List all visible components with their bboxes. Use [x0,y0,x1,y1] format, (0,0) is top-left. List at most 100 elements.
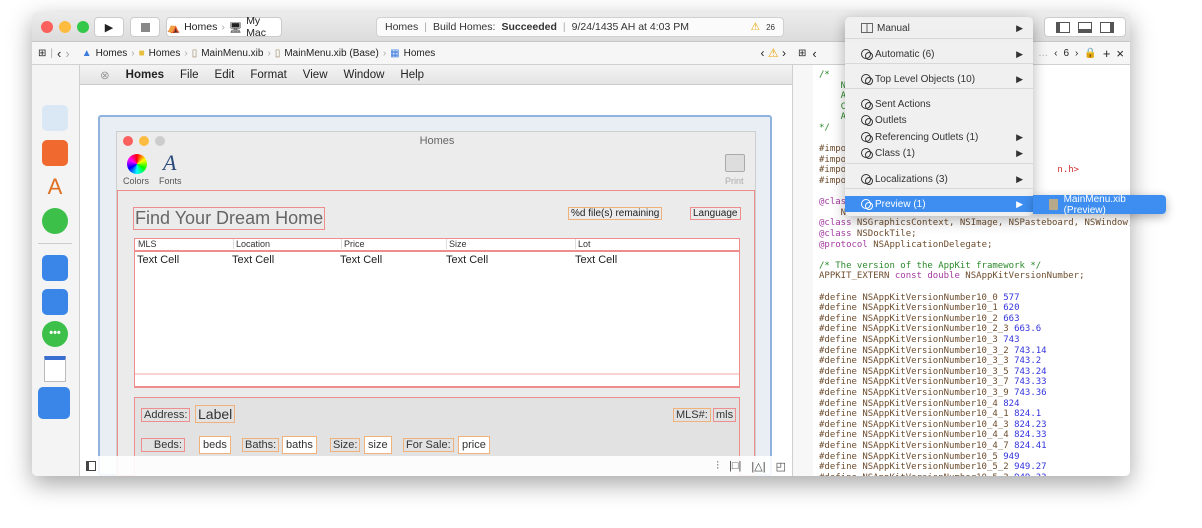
xib-file-icon [1049,199,1058,210]
object-cube-icon[interactable] [42,289,68,315]
close-editor-button[interactable]: × [1116,46,1124,61]
column-header[interactable]: MLS [138,239,157,249]
menu-format[interactable]: Format [250,69,286,81]
submenu-arrow-icon: ▶ [1016,48,1023,59]
menu-file[interactable]: File [180,69,199,81]
lock-icon[interactable]: 🔒 [1084,48,1096,59]
zoom-button[interactable] [77,21,89,33]
back-button[interactable]: ‹ [57,46,61,61]
column-header[interactable]: Location [233,239,270,249]
linked-circles-icon [861,132,873,143]
related-items-icon[interactable]: ⊞ [798,48,806,59]
column-header[interactable]: Lot [575,239,591,249]
close-menu-icon[interactable]: ⊗ [100,68,110,82]
application-icon[interactable]: A [42,174,68,200]
menu-item-preview[interactable]: Preview (1) ▶ [845,196,1033,212]
baths-field[interactable]: baths [282,436,317,454]
files-owner-icon[interactable] [42,105,68,131]
object-cube-icon[interactable] [42,255,68,281]
code-line: N [819,207,847,218]
window-icon-selected[interactable] [38,387,70,419]
menu-homes[interactable]: Homes [126,69,164,81]
code-line: #impo [819,176,847,186]
run-button[interactable]: ▶ [94,17,124,37]
code-line: #define NSAppKitVersionNumber10_4_3 824.… [819,419,1047,430]
colors-icon[interactable] [127,154,147,174]
price-field[interactable]: price [458,436,490,454]
project-icon: ▲ [81,47,92,59]
debug-toggle-icon[interactable] [1078,21,1092,33]
submenu-item-preview-file[interactable]: MainMenu.xib (Preview) [1033,194,1166,216]
remaining-label: %d file(s) remaining [568,207,663,220]
menu-item-manual[interactable]: Manual ▶ [845,20,1033,36]
listings-table[interactable]: MLS Location Price Size Lot Text Cell Te… [134,238,740,388]
menu-item-localizations[interactable]: Localizations (3) ▶ [845,171,1033,187]
code-line: #define NSAppKitVersionNumber10_0 577 [819,292,1020,303]
code-line: #define NSAppKitVersionNumber10_3 743 [819,335,1020,345]
back-button[interactable]: ‹ [812,46,816,61]
warning-icon[interactable]: ⚠ [751,21,760,33]
menu-view[interactable]: View [303,69,328,81]
interface-builder-canvas[interactable]: ⊗ Homes File Edit Format View Window Hel… [80,65,792,476]
app-icon: ⛺ [167,21,181,34]
menu-window[interactable]: Window [344,69,385,81]
issue-nav[interactable]: ‹ ⚠ › [761,46,786,60]
code-line: #define NSAppKitVersionNumber10_2 663 [819,313,1020,324]
first-responder-icon[interactable] [42,140,68,166]
language-button[interactable]: Language [690,207,741,220]
menu-item-class[interactable]: Class (1) ▶ [845,145,1033,161]
code-line: A [819,112,847,123]
menu-item-top-level-objects[interactable]: Top Level Objects (10) ▶ [845,71,1033,87]
align-icon[interactable]: ⫶ [716,460,719,473]
main-menu-icon[interactable] [44,356,66,382]
window-scene[interactable]: Homes Colors A Fonts Print Find Your Dre… [98,115,772,476]
utilities-toggle-icon[interactable] [1100,21,1114,33]
breadcrumb[interactable]: MainMenu.xib [201,48,263,59]
fonts-icon[interactable]: A [163,150,176,176]
view-toggles [1044,17,1126,37]
related-items-icon[interactable]: ⊞ [38,48,46,59]
menu-item-referencing-outlets[interactable]: Referencing Outlets (1) ▶ [845,129,1033,145]
divider [38,243,72,244]
menu-separator [845,163,1033,164]
code-line: #define NSAppKitVersionNumber10_4_7 824.… [819,441,1047,451]
breadcrumb[interactable]: Homes [96,48,128,59]
code-line: @protocol NSApplicationDelegate; [819,239,993,250]
add-editor-button[interactable]: + [1103,46,1111,61]
menu-item-outlets[interactable]: Outlets [845,112,1033,128]
breadcrumb[interactable]: MainMenu.xib (Base) [284,48,378,59]
size-field[interactable]: size [364,436,392,454]
menu-separator [845,38,1033,39]
font-manager-icon[interactable]: ••• [42,321,68,347]
next-counterpart-button[interactable]: › [1075,48,1078,59]
column-header[interactable]: Size [446,239,467,249]
menu-edit[interactable]: Edit [215,69,235,81]
scheme-selector[interactable]: ⛺ Homes › 🖥 My Mac [166,15,282,39]
forward-button[interactable]: › [65,46,69,61]
minimize-button[interactable] [59,21,71,33]
divider [135,373,739,375]
outline-toggle-icon[interactable] [86,461,96,471]
menu-separator [845,88,1033,89]
menu-item-sent-actions[interactable]: Sent Actions [845,96,1033,112]
related-items-menu: Manual ▶ Automatic (6) ▶ Top Level Objects (… [845,17,1033,216]
app-delegate-icon[interactable] [42,208,68,234]
breadcrumb[interactable]: Homes [404,48,436,59]
prev-counterpart-button[interactable]: ‹ [1054,48,1057,59]
gutter [793,65,813,476]
code-line: #define NSAppKitVersionNumber10_4_1 824.… [819,409,1042,420]
print-icon[interactable] [725,154,745,172]
menu-help[interactable]: Help [400,69,424,81]
menu-item-automatic[interactable]: Automatic (6) ▶ [845,46,1033,62]
beds-field[interactable]: beds [199,436,231,454]
pin-icon[interactable]: |□| [729,460,741,472]
column-header[interactable]: Price [341,239,365,249]
navigator-toggle-icon[interactable] [1056,21,1070,33]
close-button[interactable] [41,21,53,33]
mac-icon: 🖥 [228,21,243,34]
breadcrumb[interactable]: Homes [149,48,181,59]
resizing-icon[interactable]: ◰ [776,460,786,473]
resolve-autolayout-icon[interactable]: |△| [751,460,765,473]
stop-button[interactable] [130,17,160,37]
linked-circles-icon [861,115,873,126]
